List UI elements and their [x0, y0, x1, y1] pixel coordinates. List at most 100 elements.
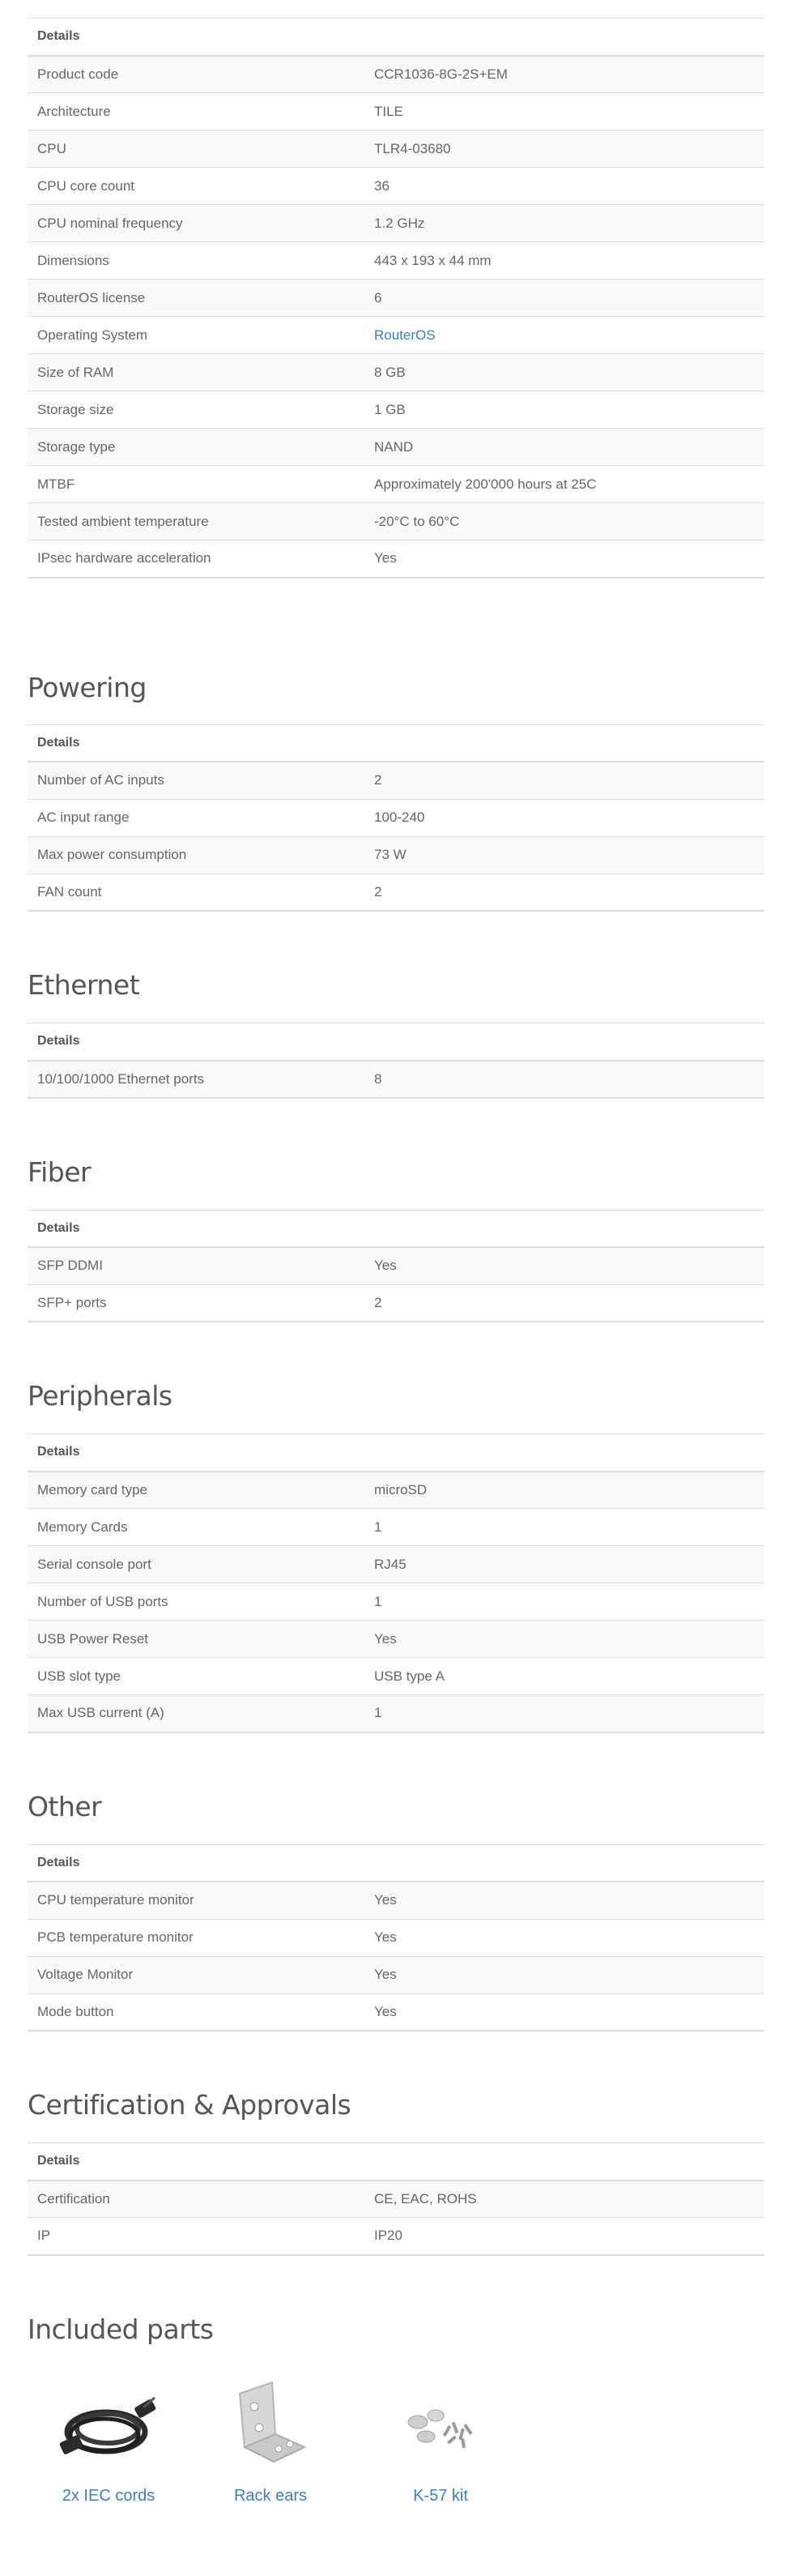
spec-key: Operating System [28, 316, 364, 354]
part-label-rack-ears[interactable]: Rack ears [214, 2487, 327, 2506]
spec-key: FAN count [28, 874, 364, 912]
general-section: Details Product code CCR1036-8G-2S+EM Arch… [28, 0, 764, 579]
spec-key: CPU [28, 130, 364, 168]
table-row: Size of RAM 8 GB [28, 353, 764, 391]
table-row: CPU core count 36 [28, 167, 764, 205]
spec-value: Yes [364, 540, 764, 579]
spec-key: USB slot type [28, 1657, 364, 1695]
spec-value: 2 [364, 874, 764, 912]
table-row: Voltage Monitor Yes [28, 1956, 764, 1994]
spec-value: 1 [364, 1583, 764, 1621]
table-row: SFP DDMI Yes [28, 1247, 764, 1285]
spec-value: 1.2 GHz [364, 204, 764, 242]
table-row: USB slot type USB type A [28, 1657, 764, 1695]
spec-key: Serial console port [28, 1545, 364, 1583]
spec-value: Yes [364, 1882, 764, 1920]
details-header: Details [28, 18, 764, 57]
spec-value: Yes [364, 1620, 764, 1658]
spec-key: Architecture [28, 92, 364, 130]
details-header: Details [28, 2142, 764, 2181]
spec-key: IP [28, 2217, 364, 2256]
spec-key: AC input range [28, 799, 364, 837]
part-label-k57-kit[interactable]: K-57 kit [384, 2487, 497, 2506]
table-row: Dimensions 443 x 193 x 44 mm [28, 241, 764, 280]
spec-value: 8 [364, 1060, 764, 1099]
table-row: Memory card type microSD [28, 1471, 764, 1509]
spec-key: USB Power Reset [28, 1620, 364, 1658]
spec-key: PCB temperature monitor [28, 1919, 364, 1957]
power-cord-icon[interactable] [52, 2365, 165, 2487]
part-rack-ears[interactable]: Rack ears [214, 2365, 327, 2506]
spec-value: CCR1036-8G-2S+EM [364, 55, 764, 93]
spec-key: CPU nominal frequency [28, 204, 364, 242]
spec-key: 10/100/1000 Ethernet ports [28, 1060, 364, 1099]
table-row: SFP+ ports 2 [28, 1284, 764, 1322]
spec-value: Yes [364, 1247, 764, 1285]
spec-value: Yes [364, 1956, 764, 1994]
table-row: Storage type NAND [28, 428, 764, 466]
spec-key: IPsec hardware acceleration [28, 540, 364, 579]
spec-key: Storage size [28, 391, 364, 429]
spec-key: Certification [28, 2180, 364, 2218]
part-label-iec-cords[interactable]: 2x IEC cords [52, 2487, 165, 2506]
included-parts-list: 2x IEC cords Rack ears K-57 kit [28, 2365, 764, 2576]
included-parts-section: Included parts 2x IEC cords Rack ears K-… [28, 2305, 764, 2576]
peripherals-section: Peripherals Details Memory card type micr… [28, 1372, 764, 1733]
spec-key: Number of USB ports [28, 1583, 364, 1621]
spec-value: 73 W [364, 836, 764, 874]
spec-key: MTBF [28, 465, 364, 503]
spec-key: CPU core count [28, 167, 364, 205]
spec-value: IP20 [364, 2217, 764, 2256]
powering-section: Powering Details Number of AC inputs 2 AC … [28, 664, 764, 912]
table-row: CPU nominal frequency 1.2 GHz [28, 204, 764, 242]
table-row: Number of AC inputs 2 [28, 762, 764, 800]
fiber-spec-table: Details SFP DDMI Yes SFP+ ports 2 [28, 1209, 764, 1322]
table-row: IP IP20 [28, 2217, 764, 2256]
spec-key: Memory card type [28, 1471, 364, 1509]
ethernet-spec-table: Details 10/100/1000 Ethernet ports 8 [28, 1023, 764, 1099]
table-row: Mode button Yes [28, 1993, 764, 2031]
spec-value: Yes [364, 1919, 764, 1957]
part-iec-cords[interactable]: 2x IEC cords [52, 2365, 165, 2506]
rack-ear-icon[interactable] [214, 2365, 327, 2487]
screw-kit-icon[interactable] [384, 2365, 497, 2487]
spec-value: 1 [364, 1694, 764, 1733]
table-row: Operating System RouterOS [28, 316, 764, 354]
spec-value-link[interactable]: RouterOS [374, 327, 436, 343]
table-row: Tested ambient temperature -20°C to 60°C [28, 502, 764, 540]
spec-key: SFP DDMI [28, 1247, 364, 1285]
spec-key: Memory Cards [28, 1508, 364, 1546]
spec-key: Mode button [28, 1993, 364, 2031]
spec-key: RouterOS license [28, 279, 364, 317]
spec-value: 6 [364, 279, 764, 317]
table-row: FAN count 2 [28, 874, 764, 912]
spec-value: CE, EAC, ROHS [364, 2180, 764, 2218]
spec-value: Approximately 200'000 hours at 25C [364, 465, 764, 503]
table-row: AC input range 100-240 [28, 799, 764, 837]
table-row: RouterOS license 6 [28, 279, 764, 317]
spec-key: Max USB current (A) [28, 1694, 364, 1733]
spec-key: Number of AC inputs [28, 762, 364, 800]
spec-value: 1 [364, 1508, 764, 1546]
table-row: CPU temperature monitor Yes [28, 1882, 764, 1920]
section-title-powering: Powering [28, 671, 147, 703]
spec-key: Storage type [28, 428, 364, 466]
part-k57-kit[interactable]: K-57 kit [384, 2365, 497, 2506]
table-row: Architecture TILE [28, 92, 764, 130]
spec-value: 2 [364, 762, 764, 800]
table-row: CPU TLR4-03680 [28, 130, 764, 168]
spec-key: Product code [28, 55, 364, 93]
general-spec-table: Details Product code CCR1036-8G-2S+EM Arch… [28, 18, 764, 579]
table-row: Certification CE, EAC, ROHS [28, 2180, 764, 2218]
spec-value: 443 x 193 x 44 mm [364, 241, 764, 280]
spec-key: Tested ambient temperature [28, 502, 364, 540]
spec-key: Max power consumption [28, 836, 364, 874]
table-row: Max USB current (A) 1 [28, 1694, 764, 1733]
spec-value: 100-240 [364, 799, 764, 837]
specifications-page: Details Product code CCR1036-8G-2S+EM Arch… [0, 0, 792, 2576]
fiber-section: Fiber Details SFP DDMI Yes SFP+ ports 2 [28, 1148, 764, 1322]
section-title-ethernet: Ethernet [28, 969, 140, 1001]
details-header: Details [28, 1843, 764, 1882]
spec-value: RJ45 [364, 1545, 764, 1583]
spec-value: TILE [364, 92, 764, 130]
